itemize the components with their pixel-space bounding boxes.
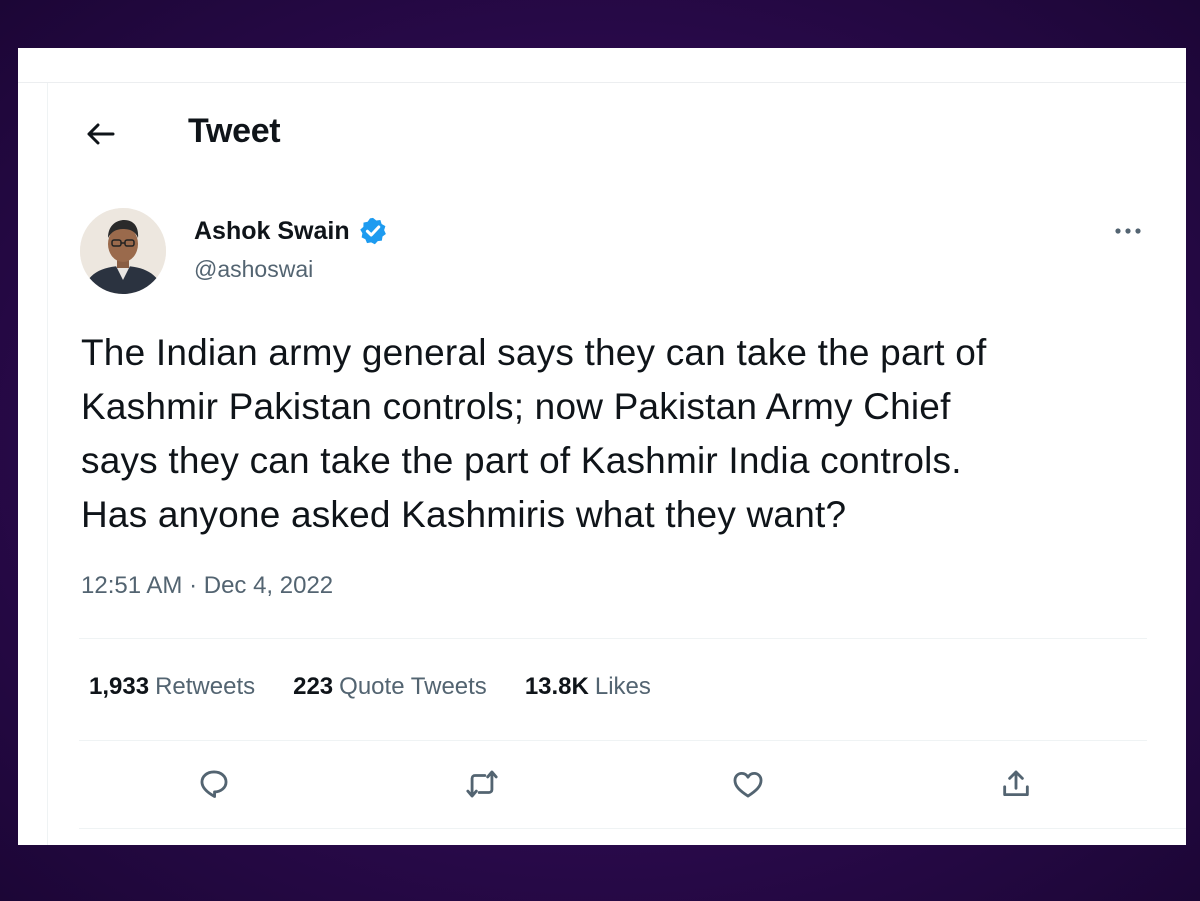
retweets-label: Retweets bbox=[155, 673, 256, 700]
author-name[interactable]: Ashok Swain bbox=[194, 217, 350, 246]
divider bbox=[79, 740, 1147, 741]
likes-label: Likes bbox=[594, 673, 651, 700]
engagement-stats: 1,933 Retweets 223 Quote Tweets 13.8K Likes bbox=[89, 673, 689, 701]
like-icon bbox=[733, 771, 763, 798]
more-options-button[interactable] bbox=[1108, 216, 1148, 246]
share-button[interactable] bbox=[994, 762, 1038, 806]
tweet-text-line: Has anyone asked Kashmiris what they wan… bbox=[81, 494, 847, 535]
quote-tweets-stat[interactable]: 223 Quote Tweets bbox=[293, 673, 487, 701]
tweet-text-line: Kashmir Pakistan controls; now Pakistan … bbox=[81, 386, 951, 427]
tweet-card: Tweet Ashok Swain @ashoswai The Indian a… bbox=[18, 48, 1186, 845]
reply-button[interactable] bbox=[192, 762, 236, 806]
top-strip bbox=[18, 48, 1186, 83]
quote-tweets-label: Quote Tweets bbox=[339, 673, 487, 700]
likes-stat[interactable]: 13.8K Likes bbox=[525, 673, 651, 701]
tweet-text-line: The Indian army general says they can ta… bbox=[81, 332, 987, 373]
like-button[interactable] bbox=[726, 762, 770, 806]
retweets-stat[interactable]: 1,933 Retweets bbox=[89, 673, 255, 701]
tweet-timestamp[interactable]: 12:51 AM · Dec 4, 2022 bbox=[81, 572, 333, 600]
reply-icon bbox=[200, 770, 228, 798]
more-horizontal-icon bbox=[1115, 228, 1141, 234]
avatar-portrait bbox=[80, 208, 166, 294]
column-border bbox=[47, 83, 48, 845]
back-button[interactable] bbox=[82, 116, 118, 152]
quote-tweets-count: 223 bbox=[293, 673, 334, 700]
bottom-divider bbox=[79, 828, 1186, 829]
divider bbox=[79, 638, 1147, 639]
retweet-button[interactable] bbox=[460, 762, 504, 806]
retweet-icon bbox=[466, 770, 498, 798]
author-handle[interactable]: @ashoswai bbox=[194, 256, 313, 283]
share-icon bbox=[1003, 770, 1029, 797]
avatar[interactable] bbox=[80, 208, 166, 294]
tweet-text-line: says they can take the part of Kashmir I… bbox=[81, 440, 962, 481]
verified-badge-icon bbox=[359, 217, 386, 245]
likes-count: 13.8K bbox=[524, 673, 589, 700]
tweet-text: The Indian army general says they can ta… bbox=[81, 326, 1171, 542]
arrow-left-icon bbox=[87, 123, 115, 145]
author-name-row[interactable]: Ashok Swain bbox=[194, 216, 388, 246]
page-title: Tweet bbox=[188, 112, 281, 150]
retweets-count: 1,933 bbox=[89, 673, 150, 700]
